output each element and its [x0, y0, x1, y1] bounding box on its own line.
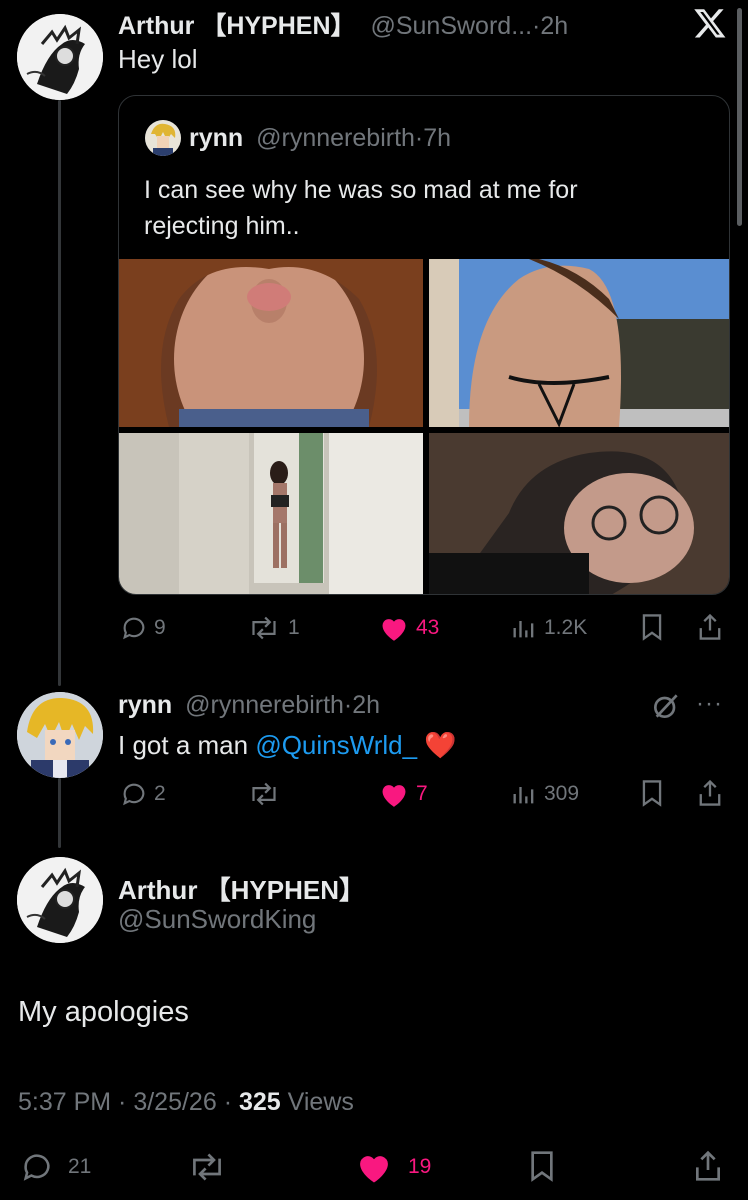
- reply-text: I got a man @QuinsWrld_ ❤️: [118, 730, 457, 761]
- top-post-share-button[interactable]: [696, 612, 724, 642]
- quote-text: I can see why he was so mad at me for re…: [144, 172, 704, 244]
- reply-post-like-button[interactable]: 7: [378, 780, 428, 808]
- main-post-views-label: Views: [287, 1088, 354, 1116]
- quote-time: 7h: [423, 124, 452, 152]
- main-post-bookmark-button[interactable]: [526, 1148, 558, 1184]
- grok-icon[interactable]: [650, 690, 682, 727]
- heart-filled-icon: [382, 785, 406, 807]
- top-post-views-count: 1.2K: [544, 616, 588, 639]
- avatar-arthur-image: [17, 14, 103, 100]
- main-post-reply-button[interactable]: 21: [20, 1150, 91, 1184]
- top-post-header: Arthur 【HYPHEN】 @SunSword...·2h: [118, 12, 569, 40]
- top-post-repost-button[interactable]: 1: [246, 614, 300, 642]
- main-post-share-button[interactable]: [692, 1148, 724, 1184]
- quote-photo-3[interactable]: [119, 433, 423, 594]
- reply-icon: [123, 617, 145, 640]
- views-icon: [513, 787, 534, 804]
- main-post-author-handle[interactable]: @SunSwordKing: [118, 904, 316, 935]
- reply-post-repost-button[interactable]: [246, 780, 288, 808]
- thread-line-2: [58, 778, 61, 848]
- top-post-author-handle[interactable]: @SunSword...: [370, 12, 532, 40]
- views-icon: [513, 621, 534, 638]
- avatar-arthur[interactable]: [17, 14, 103, 100]
- reply-icon: [123, 783, 145, 806]
- reply-post-header: rynn @rynnerebirth·2h: [118, 691, 381, 719]
- reply-post-like-count: 7: [416, 782, 428, 805]
- top-post-repost-count: 1: [288, 616, 300, 639]
- quote-photo-4[interactable]: [429, 433, 729, 594]
- repost-icon: [193, 1153, 221, 1181]
- avatar-rynn[interactable]: [17, 692, 103, 778]
- main-post-meta: 5:37 PM · 3/25/26 · 325 Views: [18, 1088, 354, 1116]
- reply-author-handle[interactable]: @rynnerebirth: [185, 691, 344, 719]
- main-post-time: 5:37 PM: [18, 1088, 112, 1116]
- reply-post-bookmark-button[interactable]: [638, 778, 666, 808]
- quote-author-handle[interactable]: @rynnerebirth: [256, 124, 415, 152]
- thread-line: [58, 100, 61, 686]
- top-post-reply-button[interactable]: 9: [120, 614, 166, 642]
- reply-post-reply-button[interactable]: 2: [120, 780, 166, 808]
- reply-post-share-button[interactable]: [696, 778, 724, 808]
- quote-photo-2[interactable]: [429, 259, 729, 427]
- quote-header: rynn @rynnerebirth·7h: [189, 124, 452, 152]
- avatar-rynn-image: [17, 692, 103, 778]
- main-post-text: My apologies: [18, 996, 189, 1028]
- share-icon: [696, 1150, 720, 1181]
- avatar-arthur-main-image: [17, 857, 103, 943]
- repost-icon: [252, 616, 276, 640]
- main-post-like-count: 19: [408, 1155, 432, 1178]
- bookmark-icon: [642, 780, 662, 807]
- share-icon: [699, 613, 721, 640]
- reply-post-reply-count: 2: [154, 782, 166, 805]
- top-post-reply-count: 9: [154, 616, 166, 639]
- main-post-views-count: 325: [238, 1088, 281, 1116]
- quote-text-line2: rejecting him..: [144, 212, 300, 240]
- top-post-like-button[interactable]: 43: [378, 614, 439, 642]
- main-post-author-name[interactable]: Arthur 【HYPHEN】: [118, 870, 365, 907]
- main-post-date: 3/25/26: [133, 1088, 217, 1116]
- bookmark-icon: [531, 1151, 553, 1182]
- more-options-icon[interactable]: ···: [696, 690, 723, 718]
- reply-post-views-button[interactable]: 309: [510, 780, 579, 808]
- bookmark-icon: [642, 614, 662, 641]
- main-post-like-button[interactable]: 19: [354, 1150, 431, 1184]
- reply-text-body: I got a man: [118, 730, 249, 760]
- quote-author-name[interactable]: rynn: [189, 124, 243, 152]
- repost-icon: [252, 782, 276, 806]
- quoted-post-card[interactable]: rynn @rynnerebirth·7h I can see why he w…: [118, 95, 730, 595]
- main-post-reply-count: 21: [68, 1155, 92, 1178]
- reply-author-name[interactable]: rynn: [118, 691, 172, 719]
- top-post-like-count: 43: [416, 616, 440, 639]
- reply-post-views-count: 309: [544, 782, 580, 805]
- reply-mention-link[interactable]: @QuinsWrld_: [255, 730, 417, 760]
- heart-filled-icon: [360, 1156, 388, 1183]
- quote-text-line1: I can see why he was so mad at me for: [144, 176, 578, 204]
- top-post-author-name[interactable]: Arthur 【HYPHEN】: [118, 12, 356, 40]
- avatar-rynn-small: [145, 120, 181, 156]
- x-logo-icon[interactable]: [692, 6, 728, 45]
- heart-filled-icon: [382, 619, 406, 641]
- quote-photo-1[interactable]: [119, 259, 423, 427]
- main-post-repost-button[interactable]: [186, 1150, 228, 1184]
- reply-time: 2h: [352, 691, 381, 719]
- red-heart-emoji: ❤️: [424, 730, 457, 760]
- top-post-time: 2h: [540, 12, 569, 40]
- top-post-views-button[interactable]: 1.2K: [510, 614, 587, 642]
- top-post-bookmark-button[interactable]: [638, 612, 666, 642]
- avatar-arthur-main[interactable]: [17, 857, 103, 943]
- scrollbar[interactable]: [737, 8, 742, 226]
- share-icon: [699, 779, 721, 806]
- top-post-text: Hey lol: [118, 44, 198, 74]
- reply-icon: [23, 1154, 50, 1181]
